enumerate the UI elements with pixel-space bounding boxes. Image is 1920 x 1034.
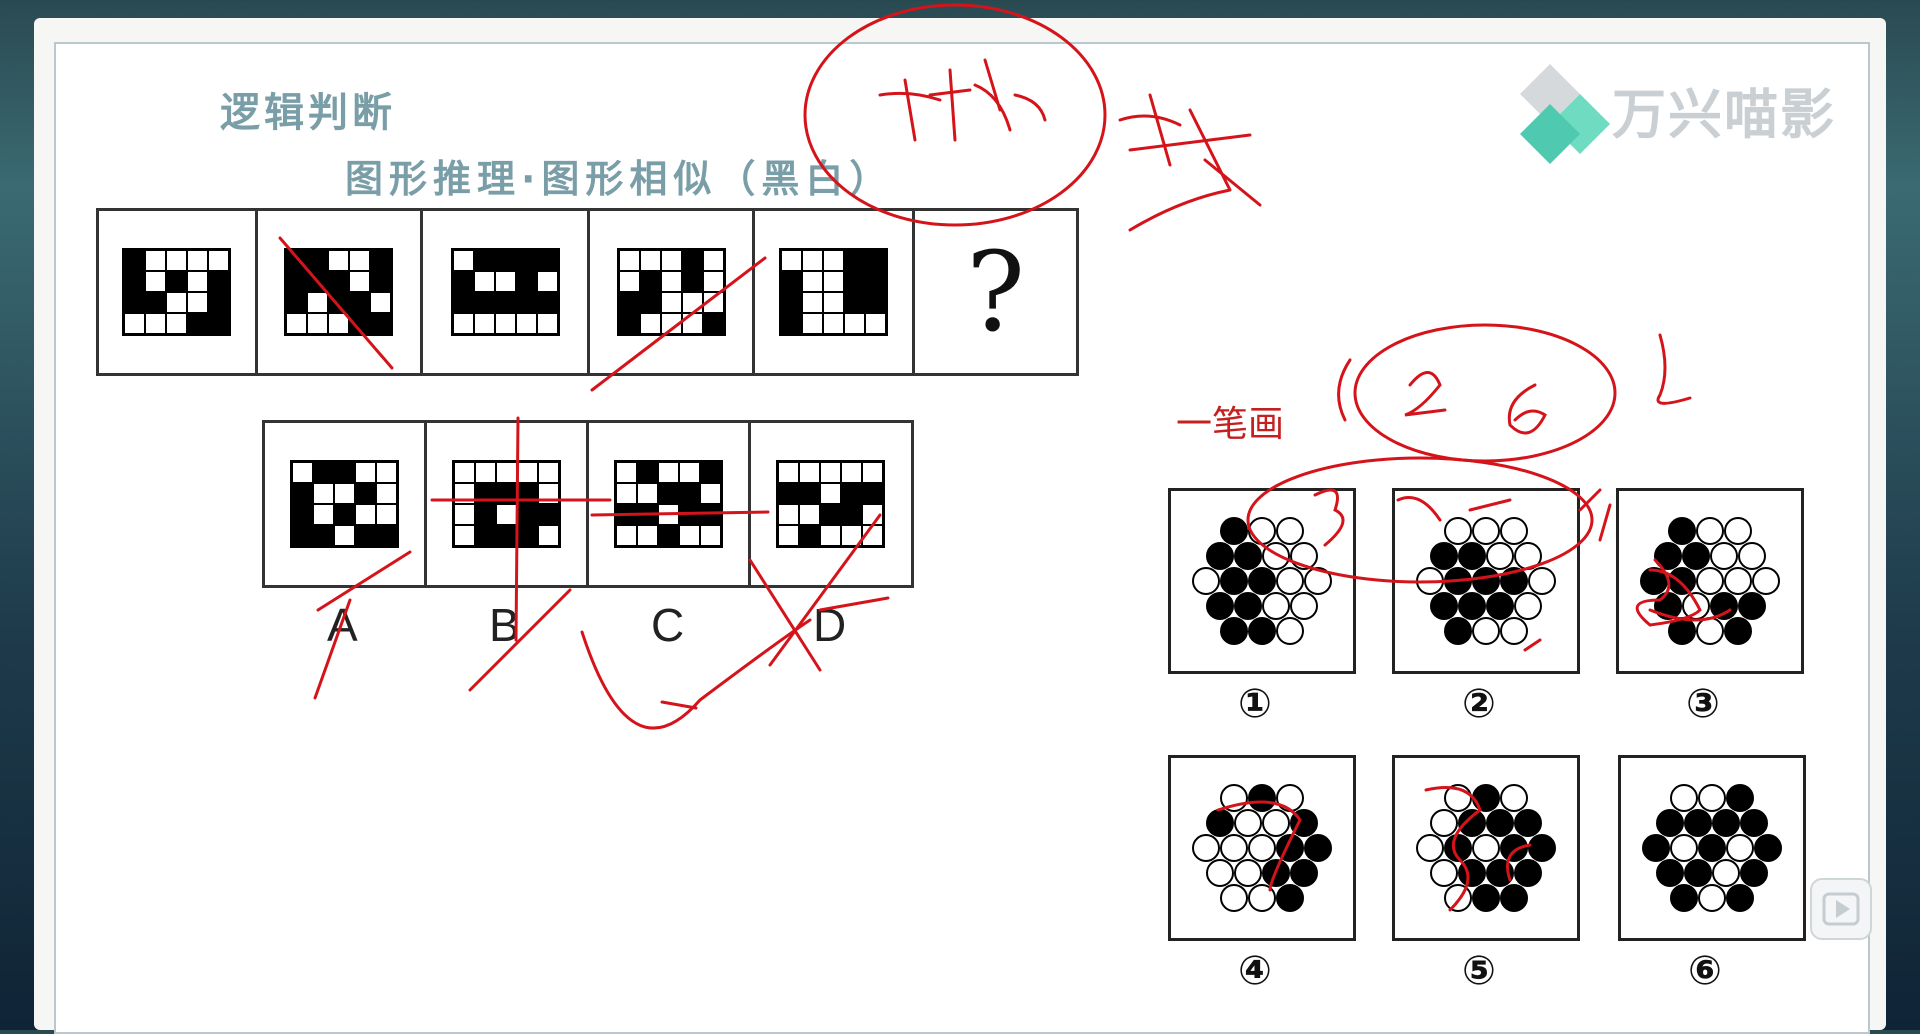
check-under-c: [580, 618, 812, 730]
group-circle-bottom: [1246, 456, 1594, 584]
mark-option-c: [590, 510, 770, 517]
group-circle-top: [1353, 323, 1617, 463]
mark-option-b: [430, 416, 612, 692]
handwritten-annotations: [278, 3, 1732, 912]
mark-option-a: [313, 550, 412, 700]
cross-mark-seq-2: [278, 236, 394, 370]
cross-mark-seq-4: [590, 256, 767, 392]
annotation-circle-top: [803, 3, 1107, 227]
